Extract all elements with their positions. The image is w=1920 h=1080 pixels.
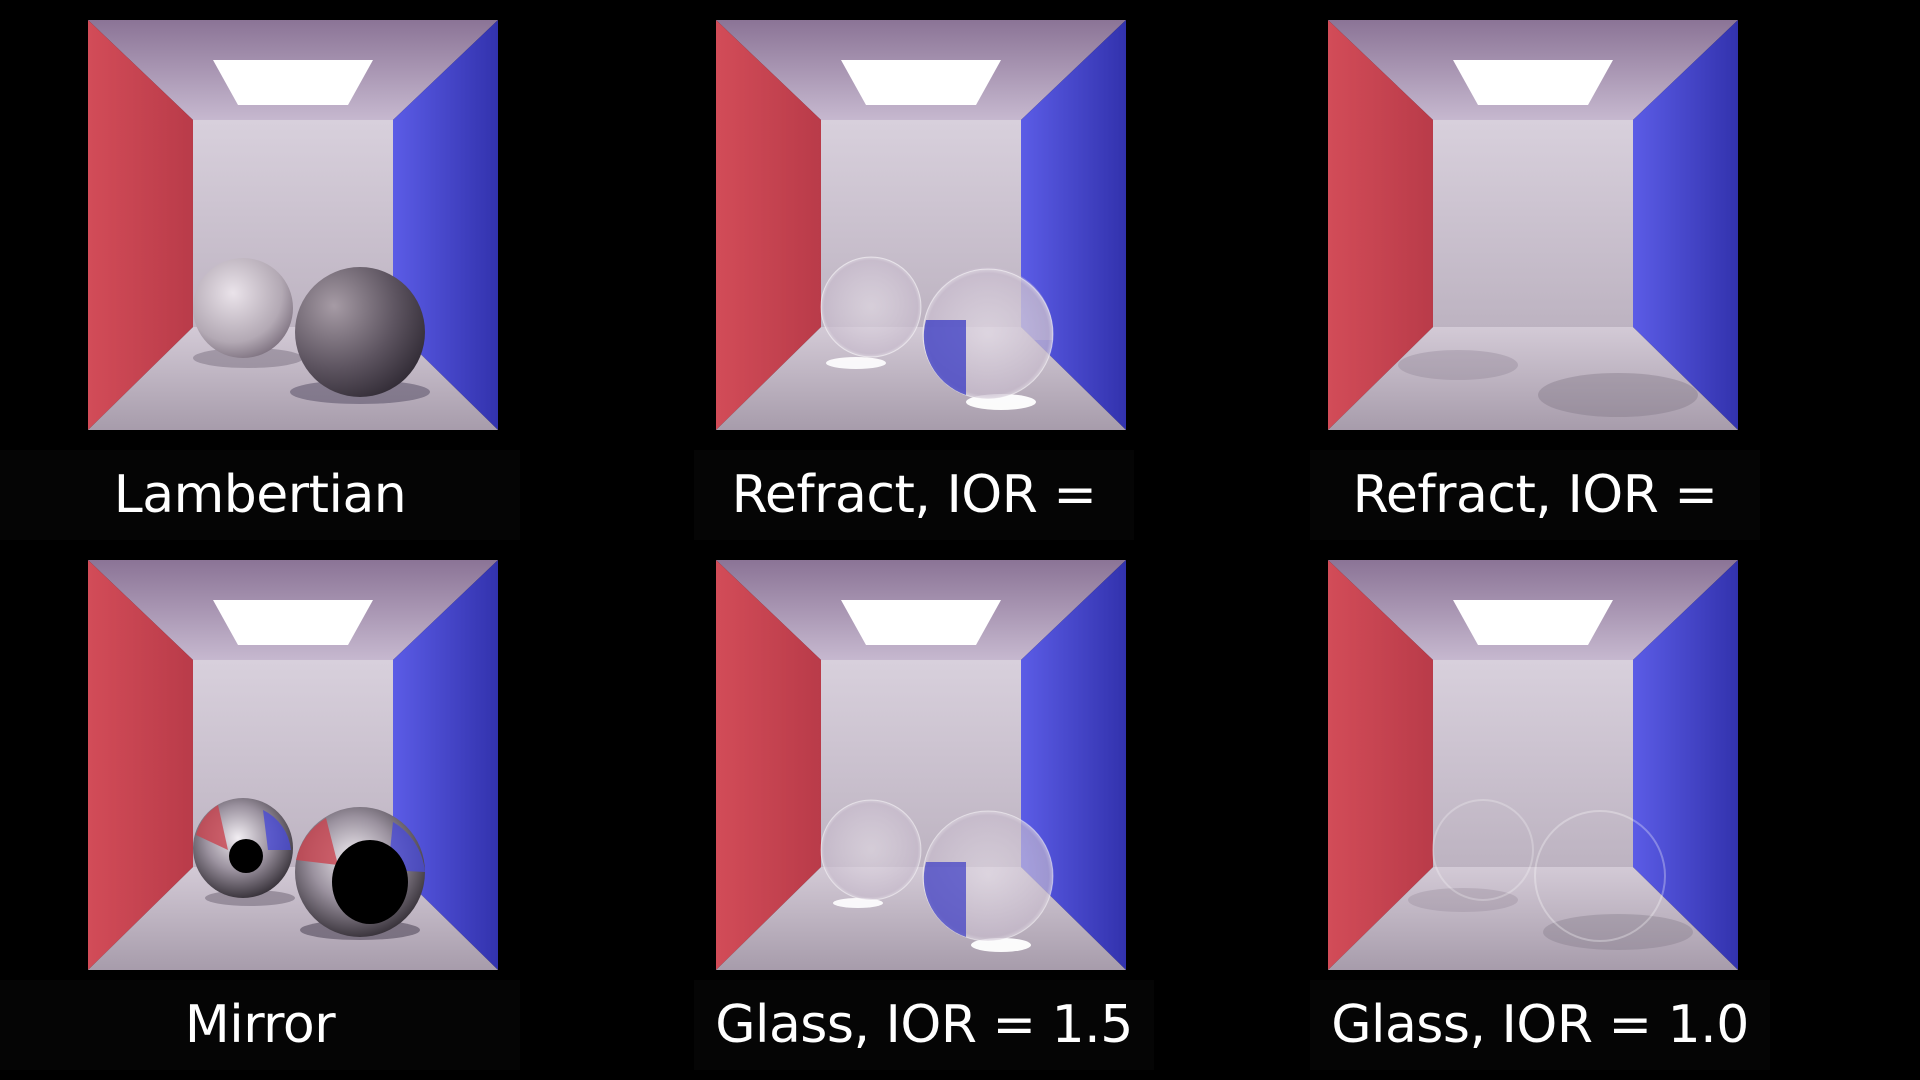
ceiling-light — [1453, 60, 1613, 105]
noisy-floor-patch-left — [1398, 350, 1518, 380]
ceiling-light — [1453, 600, 1613, 645]
glass-sphere-left — [820, 799, 922, 901]
ceiling-light — [213, 600, 373, 645]
back-wall — [1433, 120, 1633, 327]
diffuse-sphere-left — [193, 258, 293, 358]
cornell-box-mirror — [88, 560, 498, 970]
caption-refract-1-0: Refract, IOR = 1.0 — [1310, 450, 1760, 615]
caption-glass-1-5: Glass, IOR = 1.5 — [694, 980, 1154, 1070]
caption-refract-1-5: Refract, IOR = 1.5 — [694, 450, 1134, 615]
ceiling-light — [841, 60, 1001, 105]
ceiling-light — [213, 60, 373, 105]
caption-lambertian: Lambertian — [0, 450, 520, 540]
render-refract-1-0 — [1328, 20, 1738, 430]
render-lambertian — [88, 20, 498, 430]
ceiling-light — [841, 600, 1001, 645]
render-refract-1-5 — [716, 20, 1126, 430]
caption-glass-1-0: Glass, IOR = 1.0 — [1310, 980, 1770, 1070]
caption-mirror: Mirror — [0, 980, 520, 1070]
render-glass-1-5 — [716, 560, 1126, 970]
cornell-box-glass-1-5 — [716, 560, 1126, 970]
back-wall — [1433, 660, 1633, 867]
refractive-sphere-left — [820, 256, 922, 358]
noisy-floor-patch-right — [1538, 373, 1698, 417]
render-glass-1-0 — [1328, 560, 1738, 970]
cornell-box-glass-1-0 — [1328, 560, 1738, 970]
render-mirror — [88, 560, 498, 970]
cornell-box-lambertian — [88, 20, 498, 430]
cornell-box-refract-1-0 — [1328, 20, 1738, 430]
diffuse-sphere-right — [295, 267, 425, 397]
cornell-box-refract-1-5 — [716, 20, 1126, 430]
